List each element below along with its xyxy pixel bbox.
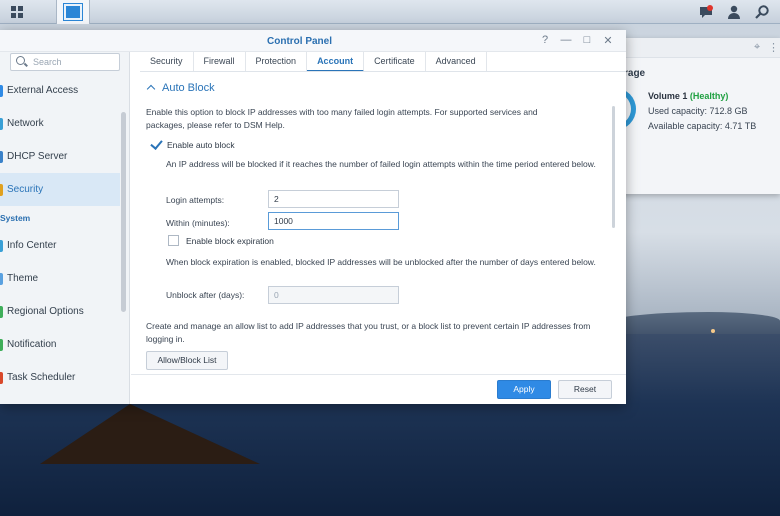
sidebar-item-dhcp-server[interactable]: DHCP Server [0,140,120,173]
sidebar-item-notification[interactable]: Notification [0,328,120,361]
login-attempts-input[interactable]: 2 [268,190,399,208]
chevron-up-icon [146,84,156,94]
tab-account[interactable]: Account [307,52,365,72]
enable-block-expiration-label: Enable block expiration [186,236,274,246]
main-menu-button[interactable] [0,0,34,24]
sidebar-item-label: Network [7,118,44,129]
close-icon[interactable]: ✕ [601,34,615,47]
expiration-explain: When block expiration is enabled, blocke… [166,257,596,267]
apply-button[interactable]: Apply [497,380,551,399]
control-panel-window: Control Panel ? — □ ✕ Search External Ac… [0,30,626,404]
info-icon [0,239,3,252]
minimize-icon[interactable]: — [559,34,573,46]
search-icon[interactable] [752,2,772,22]
unblock-after-label: Unblock after (days): [166,290,245,300]
sidebar-item-theme[interactable]: Theme [0,262,120,295]
sidebar-item-label: Task Scheduler [7,372,76,383]
pin-icon[interactable]: ⌖ [754,41,760,54]
mountain-ridge [600,312,780,334]
used-capacity: Used capacity: 712.8 GB [648,106,748,116]
sidebar-item-label: DHCP Server [7,151,68,162]
auto-block-section-header[interactable]: Auto Block [146,82,215,94]
tab-bar: Security Firewall Protection Account Cer… [140,52,487,72]
widget-menu-icon[interactable]: ⋮ [768,41,779,54]
grid-icon [11,6,23,18]
theme-icon [0,272,3,285]
sidebar-item-regional-options[interactable]: Regional Options [0,295,120,328]
account-settings-content: Auto Block Enable this option to block I… [140,72,618,378]
tab-protection[interactable]: Protection [246,52,308,72]
tab-advanced[interactable]: Advanced [426,52,487,72]
login-attempts-label: Login attempts: [166,195,225,205]
taskbar [0,0,780,24]
allow-block-list-button[interactable]: Allow/Block List [146,351,228,370]
sidebar-item-label: Regional Options [7,306,84,317]
sidebar-item-info-center[interactable]: Info Center [0,229,120,262]
help-icon[interactable]: ? [538,34,552,46]
external-access-icon [0,84,3,97]
volume-name: Volume 1 [648,91,688,101]
widget-title: rage [624,68,646,79]
distant-light [711,329,715,333]
sidebar-scrollbar[interactable] [121,112,126,312]
sidebar-item-task-scheduler[interactable]: Task Scheduler [0,361,120,394]
notification-icon[interactable] [696,2,716,22]
sidebar-section-system: System [0,213,31,223]
volume-status: (Healthy) [689,91,729,101]
user-icon[interactable] [724,2,744,22]
window-titlebar[interactable]: Control Panel ? — □ ✕ [0,30,626,52]
search-field-icon [16,56,25,65]
available-capacity: Available capacity: 4.71 TB [648,121,757,131]
network-icon [0,117,3,130]
tab-firewall[interactable]: Firewall [194,52,246,72]
sidebar-item-label: Notification [7,339,57,350]
enable-auto-block-label: Enable auto block [167,140,235,150]
within-minutes-label: Within (minutes): [166,218,230,228]
mountain-silhouette [40,404,260,464]
search-input[interactable]: Search [10,53,120,71]
sidebar-item-security[interactable]: Security [0,173,120,206]
dhcp-server-icon [0,150,3,163]
allow-list-explain: Create and manage an allow list to add I… [146,321,591,344]
search-placeholder: Search [33,57,62,67]
maximize-icon[interactable]: □ [580,34,594,46]
enable-auto-block-checkbox[interactable] [150,139,161,150]
calendar-icon [0,371,3,384]
reset-button[interactable]: Reset [558,380,612,399]
within-minutes-input[interactable]: 1000 [268,212,399,230]
shield-icon [0,183,3,196]
sidebar-item-network[interactable]: Network [0,107,120,140]
auto-block-explain: An IP address will be blocked if it reac… [166,159,596,169]
sidebar-item-external-access[interactable]: External Access [0,74,120,107]
window-title: Control Panel [267,36,333,47]
notification-bell-icon [0,338,3,351]
sidebar-item-label: Info Center [7,240,57,251]
control-panel-icon [64,4,82,20]
unblock-after-input[interactable]: 0 [268,286,399,304]
content-scrollbar[interactable] [612,106,615,228]
sidebar-item-label: Security [7,184,44,195]
window-footer: Apply Reset [131,374,626,404]
sidebar-item-label: Theme [7,273,39,284]
tab-security[interactable]: Security [140,52,194,72]
volume-name-line: Volume 1 (Healthy) [648,91,728,101]
enable-block-expiration-checkbox[interactable] [168,235,179,246]
sidebar-item-label: External Access [7,85,79,96]
tab-certificate[interactable]: Certificate [364,52,426,72]
auto-block-heading: Auto Block [162,82,215,94]
auto-block-intro: Enable this option to block IP addresses… [146,107,538,130]
control-panel-taskbar-button[interactable] [56,0,90,24]
globe-icon [0,305,3,318]
sidebar: Search External Access Network DHCP Serv… [0,52,130,404]
